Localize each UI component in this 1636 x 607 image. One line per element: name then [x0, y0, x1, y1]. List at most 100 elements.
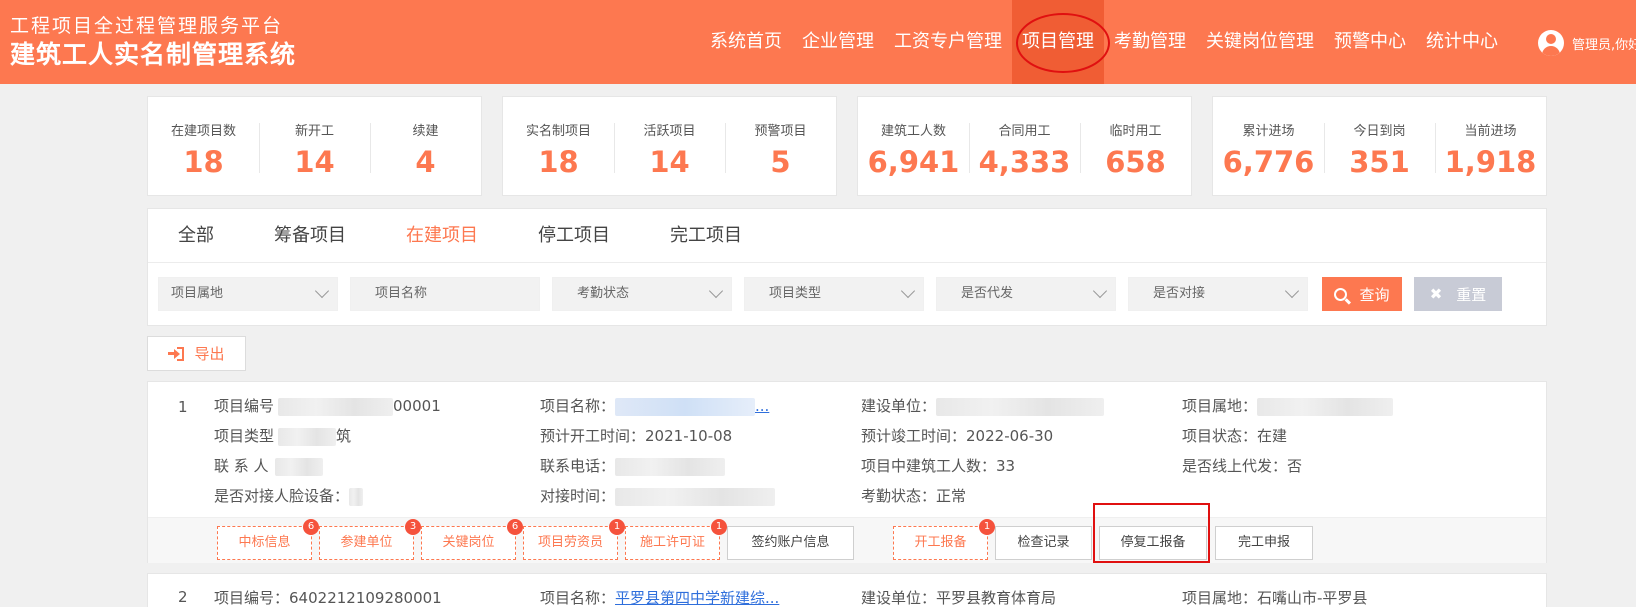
project-name-input[interactable]: 项目名称 [350, 277, 540, 311]
connect-time-field: 对接时间： [540, 486, 776, 506]
tab-in-construction[interactable]: 在建项目 [406, 209, 478, 262]
stat-card-workers: 建筑工人数 6,941 合同用工 4,333 临时用工 658 [857, 96, 1192, 196]
action-label: 项目劳资员 [537, 535, 603, 550]
close-icon: ✖ [1429, 285, 1443, 303]
project-card: 1 项目编号 00001 项目名称：... 建设单位： 项目属地： 项目类型 筑 预… [147, 381, 1547, 563]
stat-value: 4 [415, 145, 436, 179]
nav-statistics[interactable]: 统计中心 [1416, 0, 1508, 84]
chevron-down-icon [900, 283, 916, 299]
stat-item: 临时用工 658 [1080, 97, 1191, 195]
planned-end-field: 预计竣工时间：2022-06-30 [861, 426, 1053, 446]
nav-home[interactable]: 系统首页 [700, 0, 792, 84]
attendance-status-field: 考勤状态：正常 [861, 486, 966, 506]
field-label: 预计竣工时间： [861, 427, 967, 445]
user-avatar-icon [1538, 30, 1564, 56]
stat-item: 活跃项目 14 [614, 97, 725, 195]
query-button[interactable]: 查询 [1322, 277, 1402, 311]
project-index: 2 [178, 588, 188, 606]
project-name-field: 项目名称：... [540, 396, 769, 416]
bid-info-button[interactable]: 中标信息 6 [217, 519, 319, 560]
field-value: 6402212109280001 [289, 589, 442, 607]
stat-card-realname: 实名制项目 18 活跃项目 14 预警项目 5 [502, 96, 837, 196]
tab-all[interactable]: 全部 [178, 209, 214, 262]
nav-warning-center[interactable]: 预警中心 [1324, 0, 1416, 84]
field-label: 是否线上代发： [1182, 457, 1288, 475]
attendance-select[interactable]: 考勤状态 [552, 277, 732, 311]
inspection-records-button[interactable]: 检查记录 [995, 526, 1092, 560]
tab-preparing[interactable]: 筹备项目 [274, 209, 346, 262]
nav-project-management[interactable]: 项目管理 [1012, 0, 1110, 84]
redacted-text [349, 487, 364, 506]
stat-item: 实名制项目 18 [503, 97, 614, 195]
filter-panel: 全部 筹备项目 在建项目 停工项目 完工项目 项目属地 项目名称 考勤状态 项目… [147, 208, 1547, 326]
field-value: 平罗县教育体育局 [936, 589, 1057, 607]
stat-label: 活跃项目 [643, 124, 696, 139]
stat-value: 6,776 [1222, 145, 1315, 179]
key-positions-button[interactable]: 关键岗位 6 [421, 519, 523, 560]
stat-item: 预警项目 5 [725, 97, 836, 195]
construction-permit-button[interactable]: 施工许可证 1 [625, 519, 727, 560]
suspend-resume-filing-button[interactable]: 停复工报备 [1099, 526, 1207, 560]
stat-label: 今日到岗 [1353, 124, 1406, 139]
chevron-down-icon [708, 283, 724, 299]
field-label: 项目状态： [1182, 427, 1258, 445]
builder-field: 建设单位：平罗县教育体育局 [861, 588, 1056, 607]
reset-button-label: 重置 [1456, 285, 1487, 304]
participating-units-button[interactable]: 参建单位 3 [319, 519, 421, 560]
export-button-label: 导出 [194, 345, 225, 363]
field-label: 项目中建筑工人数： [861, 457, 997, 475]
proxy-pay-select-label: 是否代发 [961, 286, 1014, 301]
stat-label: 续建 [412, 124, 439, 139]
tab-suspended[interactable]: 停工项目 [538, 209, 610, 262]
field-value: 33 [996, 457, 1016, 475]
nav-key-positions[interactable]: 关键岗位管理 [1196, 0, 1324, 84]
reset-button[interactable]: ✖ 重置 [1414, 277, 1502, 311]
nav-enterprise[interactable]: 企业管理 [792, 0, 884, 84]
chevron-down-icon [1284, 283, 1300, 299]
top-header: 工程项目全过程管理服务平台 建筑工人实名制管理系统 系统首页 企业管理 工资专户… [0, 0, 1636, 84]
nav-attendance[interactable]: 考勤管理 [1104, 0, 1196, 84]
action-label: 关键岗位 [442, 535, 495, 550]
project-name-link[interactable]: 平罗县第四中学新建综... [615, 589, 779, 607]
field-label: 建设单位： [861, 589, 937, 607]
main-nav: 系统首页 企业管理 工资专户管理 项目管理 考勤管理 关键岗位管理 预警中心 统… [700, 0, 1508, 84]
online-proxy-field: 是否线上代发：否 [1182, 456, 1302, 476]
start-filing-button[interactable]: 开工报备 1 [893, 519, 995, 560]
redacted-text [615, 397, 756, 416]
stat-label: 临时用工 [1109, 124, 1162, 139]
field-value: 正常 [936, 487, 967, 505]
field-label: 项目名称： [540, 397, 616, 415]
stat-item: 合同用工 4,333 [969, 97, 1080, 195]
field-label: 建设单位： [861, 397, 937, 415]
query-button-label: 查询 [1359, 285, 1390, 304]
count-badge: 3 [405, 519, 421, 535]
stat-item: 累计进场 6,776 [1213, 97, 1324, 195]
location-select[interactable]: 项目属地 [158, 277, 338, 311]
project-index: 1 [178, 398, 188, 416]
export-button[interactable]: 导出 [147, 336, 246, 371]
proxy-pay-select[interactable]: 是否代发 [936, 277, 1116, 311]
project-type-select[interactable]: 项目类型 [744, 277, 924, 311]
signed-account-info-button[interactable]: 签约账户信息 [727, 526, 854, 560]
worker-count-field: 项目中建筑工人数：33 [861, 456, 1015, 476]
labor-officer-button[interactable]: 项目劳资员 1 [523, 519, 625, 560]
count-badge: 6 [303, 519, 319, 535]
tab-completed[interactable]: 完工项目 [670, 209, 742, 262]
field-label: 项目名称： [540, 589, 616, 607]
user-menu[interactable]: 管理员,你好 [1538, 28, 1636, 58]
completion-declaration-button[interactable]: 完工申报 [1215, 526, 1313, 560]
sign-in-icon [168, 346, 185, 361]
project-code-field: 项目编号：6402212109280001 [214, 588, 442, 607]
builder-field: 建设单位： [861, 396, 1105, 416]
field-label: 考勤状态： [861, 487, 937, 505]
stat-value: 658 [1105, 145, 1166, 179]
project-name-link[interactable]: ... [755, 397, 769, 415]
field-value: 在建 [1257, 427, 1288, 445]
stat-label: 实名制项目 [525, 124, 591, 139]
nav-wage-account[interactable]: 工资专户管理 [884, 0, 1012, 84]
field-value: 2022-06-30 [966, 427, 1054, 445]
connected-select[interactable]: 是否对接 [1128, 277, 1308, 311]
field-value: 筑 [336, 427, 352, 445]
field-label: 预计开工时间： [540, 427, 646, 445]
action-label: 停复工报备 [1120, 535, 1186, 550]
